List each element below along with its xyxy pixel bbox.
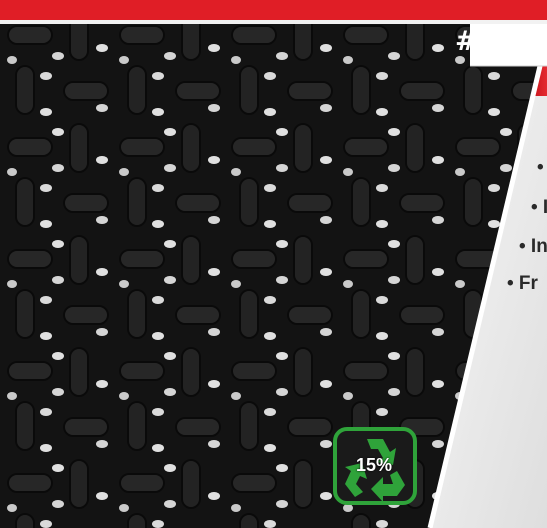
product-code: #648 xyxy=(455,26,536,57)
feature-bullet-3: • In xyxy=(519,236,547,257)
feature-bullet-1: • xyxy=(537,157,544,178)
product-banner: #648 • • I • In • Fr 15% xyxy=(0,0,547,528)
recycle-percent-label: 15% xyxy=(355,455,393,475)
feature-bullet-4: • Fr xyxy=(507,273,538,294)
info-panel xyxy=(427,24,547,528)
feature-bullet-2: • I xyxy=(531,197,547,218)
